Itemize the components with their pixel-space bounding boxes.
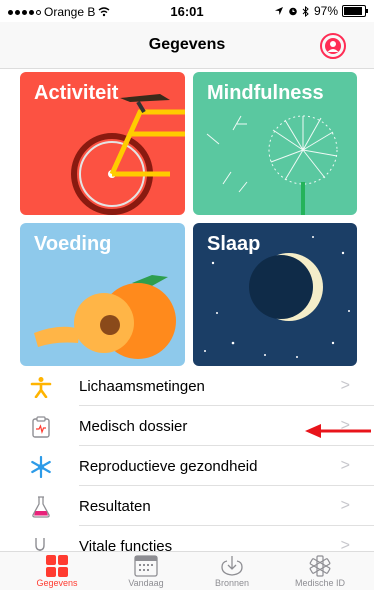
battery-percentage: 97% bbox=[313, 4, 338, 18]
profile-icon bbox=[325, 38, 341, 54]
profile-button[interactable] bbox=[320, 33, 346, 59]
tab-bronnen[interactable]: Bronnen bbox=[192, 552, 272, 590]
list-item-resultaten[interactable]: Resultaten > bbox=[0, 488, 374, 526]
divider bbox=[79, 525, 374, 526]
list-item-label: Lichaamsmetingen bbox=[79, 378, 205, 395]
flask-icon bbox=[30, 496, 52, 518]
alarm-icon bbox=[289, 7, 297, 16]
list-item-label: Resultaten bbox=[79, 498, 151, 515]
chevron-right-icon: > bbox=[340, 497, 350, 514]
divider bbox=[79, 445, 374, 446]
location-icon bbox=[274, 7, 283, 15]
snowflake-icon bbox=[30, 456, 52, 478]
tab-medische-id[interactable]: Medische ID bbox=[280, 552, 360, 590]
battery-icon bbox=[342, 5, 368, 17]
list-item-label: Medisch dossier bbox=[79, 418, 188, 435]
tab-label: Medische ID bbox=[294, 578, 346, 588]
tab-bar: Gegevens Vandaag Bronnen Medische ID bbox=[0, 551, 374, 590]
tile-slaap[interactable]: Slaap bbox=[193, 223, 357, 366]
tab-label: Gegevens bbox=[36, 578, 78, 588]
bluetooth-icon bbox=[302, 5, 309, 17]
list-item-label: Reproductieve gezondheid bbox=[79, 458, 258, 475]
navigation-bar: Gegevens bbox=[0, 22, 374, 69]
star-of-life-icon bbox=[309, 555, 331, 577]
calendar-icon bbox=[134, 555, 158, 577]
tile-mindfulness[interactable]: Mindfulness bbox=[193, 72, 357, 215]
tile-label: Mindfulness bbox=[207, 82, 324, 104]
annotation-arrow bbox=[305, 424, 371, 438]
grid-icon bbox=[46, 555, 68, 577]
tile-label: Slaap bbox=[207, 233, 261, 255]
person-icon bbox=[30, 376, 52, 398]
chevron-right-icon: > bbox=[340, 377, 350, 394]
tab-label: Bronnen bbox=[214, 578, 250, 588]
tab-gegevens[interactable]: Gegevens bbox=[17, 552, 97, 590]
divider bbox=[79, 485, 374, 486]
list-item-lichaamsmetingen[interactable]: Lichaamsmetingen > bbox=[0, 368, 374, 406]
page-title: Gegevens bbox=[148, 36, 226, 53]
download-icon bbox=[221, 556, 243, 576]
list-item-reproductieve-gezondheid[interactable]: Reproductieve gezondheid > bbox=[0, 448, 374, 486]
divider bbox=[79, 405, 374, 406]
chevron-right-icon: > bbox=[340, 457, 350, 474]
status-right: 97% bbox=[274, 4, 368, 18]
tile-label: Activiteit bbox=[34, 82, 119, 104]
status-bar: Orange B 16:01 97% bbox=[0, 0, 374, 22]
tile-label: Voeding bbox=[34, 233, 112, 255]
tile-activiteit[interactable]: Activiteit bbox=[20, 72, 185, 215]
tab-label: Vandaag bbox=[128, 578, 164, 588]
tile-voeding[interactable]: Voeding bbox=[20, 223, 185, 366]
clipboard-icon bbox=[30, 416, 52, 438]
tab-vandaag[interactable]: Vandaag bbox=[106, 552, 186, 590]
